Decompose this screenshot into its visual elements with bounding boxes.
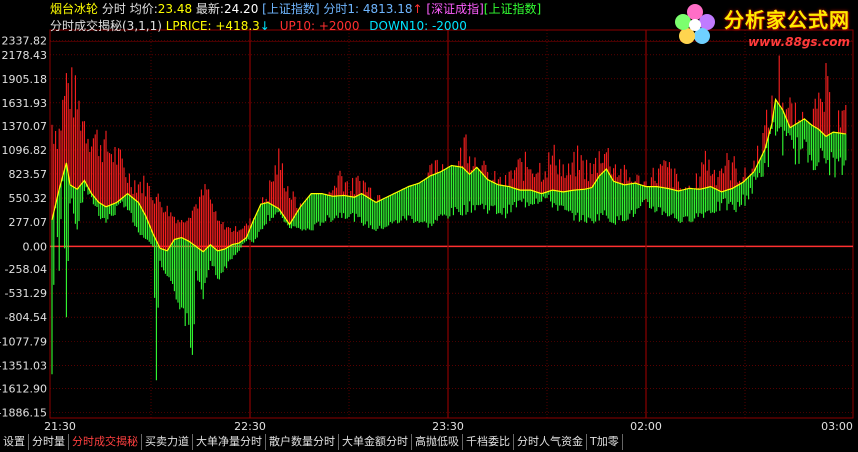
down10-label: DOWN10:: [369, 19, 429, 33]
down10-value: -2000: [431, 19, 467, 33]
x-tick-label: 21:30: [44, 420, 76, 432]
y-tick-label: -1077.79: [0, 335, 47, 348]
index-shanghai-link-2[interactable]: [上证指数]: [484, 2, 541, 16]
y-tick-label: -1886.15: [0, 406, 47, 419]
site-logo: 分析家公式网 www.88gs.com: [675, 4, 850, 49]
tab-0[interactable]: 设置: [0, 434, 29, 450]
tab-9[interactable]: 分时人气资金: [514, 434, 587, 450]
down-arrow-icon: ↓: [259, 19, 270, 33]
indicator-name: 分时成交揭秘(3,1,1): [50, 19, 162, 33]
header-line-2: 分时成交揭秘(3,1,1) LPRICE: +418.3↓ UP10: +200…: [50, 19, 467, 33]
y-tick-label: 550.32: [9, 192, 48, 205]
y-tick-label: 1631.93: [2, 97, 48, 110]
tab-8[interactable]: 千档委比: [463, 434, 514, 450]
avg-label: 均价:: [129, 2, 158, 16]
tab-3[interactable]: 买卖力道: [142, 434, 193, 450]
y-tick-label: 2337.82: [2, 35, 48, 48]
fenshi1-label: 分时1:: [323, 2, 360, 16]
lprice-value: +418.3: [215, 19, 260, 33]
up10-value: +2000: [318, 19, 360, 33]
tab-4[interactable]: 大单净量分时: [193, 434, 266, 450]
tab-1[interactable]: 分时量: [29, 434, 69, 450]
x-tick-label: 03:00: [821, 420, 853, 432]
mode-label: 分时: [101, 2, 126, 16]
tab-6[interactable]: 大单金额分时: [339, 434, 412, 450]
indicator-tab-bar: 设置 分时量 分时成交揭秘 买卖力道 大单净量分时 散户数量分时 大单金额分时 高抛低吸 千档委…: [0, 432, 858, 452]
y-tick-label: 1370.07: [2, 120, 48, 133]
tab-5[interactable]: 散户数量分时: [266, 434, 339, 450]
y-axis-labels: 2337.822178.43 1905.18 1631.93 1370.07 1096.…: [0, 35, 47, 420]
y-tick-label: 2178.43: [2, 49, 48, 62]
fenshi1-value: 4813.18: [362, 2, 413, 16]
y-tick-label: -258.04: [5, 263, 47, 276]
tab-2[interactable]: 分时成交揭秘: [69, 434, 142, 450]
y-tick-label: 277.07: [9, 216, 48, 229]
x-tick-label: 02:00: [630, 420, 662, 432]
chart-window: { "header": { "stock_name": "烟台冰轮", "mod…: [0, 0, 858, 452]
logo-url: www.88gs.com: [748, 35, 850, 49]
y-tick-label: 1096.82: [2, 144, 48, 157]
y-tick-label: 823.57: [9, 168, 48, 181]
tab-10[interactable]: T加零: [587, 434, 623, 450]
x-axis-labels: 21:30 22:30 23:30 02:00 03:00: [44, 420, 853, 432]
y-tick-label: -1351.03: [0, 359, 47, 372]
avg-value: 23.48: [157, 2, 193, 16]
latest-value: 24.20: [223, 2, 259, 16]
x-tick-label: 23:30: [432, 420, 464, 432]
tab-7[interactable]: 高抛低吸: [412, 434, 463, 450]
up10-label: UP10:: [279, 19, 316, 33]
latest-label: 最新:: [195, 2, 224, 16]
index-shenzhen-link[interactable]: [深证成指]: [426, 2, 483, 16]
y-tick-label: -1612.90: [0, 382, 47, 395]
header-line-1: 烟台冰轮 分时 均价:23.48 最新:24.20 [上证指数] 分时1: 48…: [50, 2, 541, 16]
logo-title: 分析家公式网: [724, 8, 850, 32]
index-shanghai-link[interactable]: [上证指数]: [262, 2, 319, 16]
y-tick-label: -804.54: [5, 311, 47, 324]
stock-name: 烟台冰轮: [50, 2, 99, 16]
flower-logo-icon: [675, 4, 715, 44]
y-tick-label: 0.00: [23, 240, 48, 253]
y-tick-label: 1905.18: [2, 73, 48, 86]
up-bars: [51, 55, 847, 252]
y-tick-label: -531.29: [5, 287, 47, 300]
lprice-label: LPRICE:: [165, 19, 212, 33]
chart-canvas: 2337.822178.43 1905.18 1631.93 1370.07 1096.…: [0, 29, 854, 432]
x-tick-label: 22:30: [234, 420, 266, 432]
up-arrow-icon: ↑: [412, 2, 423, 16]
